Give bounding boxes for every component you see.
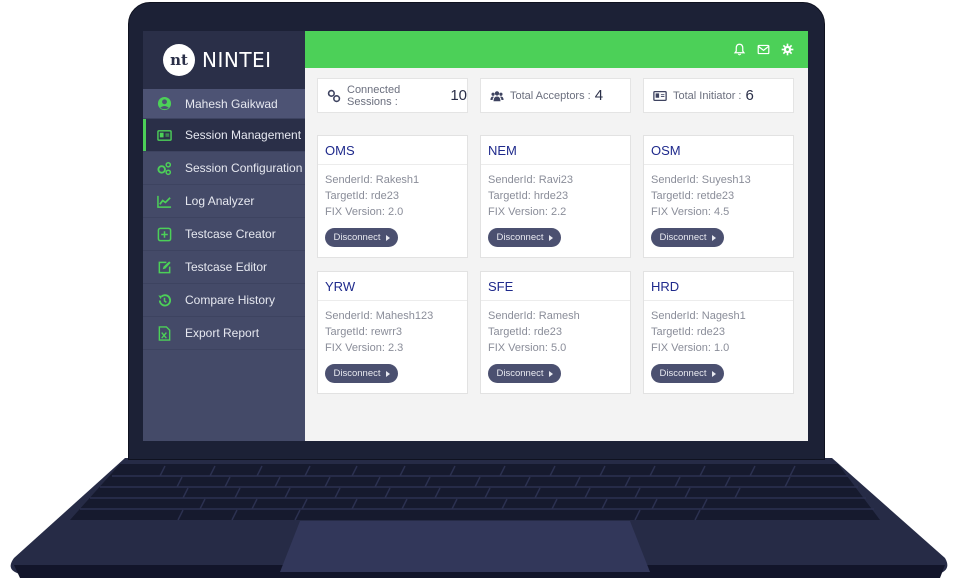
bell-icon[interactable] bbox=[733, 43, 746, 56]
sidebar-item-label: Log Analyzer bbox=[185, 194, 255, 208]
users-icon bbox=[490, 89, 504, 103]
fix-version: FIX Version: 5.0 bbox=[488, 342, 567, 354]
sidebar-item-export-report[interactable]: Export Report bbox=[143, 317, 305, 350]
sender-id: SenderId: Suyesh13 bbox=[651, 174, 751, 186]
session-card: SFE SenderId: Ramesh TargetId: rde23 FIX… bbox=[480, 271, 631, 394]
target-id: TargetId: rde23 bbox=[488, 326, 562, 338]
sidebar-item-label: Session Configuration bbox=[185, 161, 303, 175]
sidebar-item-label: Export Report bbox=[185, 326, 260, 340]
fix-version: FIX Version: 4.5 bbox=[651, 206, 730, 218]
sidebar-item-label: Testcase Creator bbox=[185, 227, 276, 241]
stat-label: Connected Sessions : bbox=[347, 83, 401, 108]
session-card: OSM SenderId: Suyesh13 TargetId: retde23… bbox=[643, 135, 794, 258]
disconnect-button[interactable]: Disconnect bbox=[651, 228, 724, 247]
sender-id: SenderId: Mahesh123 bbox=[325, 310, 434, 322]
sidebar: nt NINTEI Mahesh Gaikwad Session Managem… bbox=[143, 31, 305, 441]
main-content: Connected Sessions : 10 Total Acceptors … bbox=[305, 31, 808, 441]
cogs-icon bbox=[157, 161, 172, 176]
disconnect-button[interactable]: Disconnect bbox=[325, 228, 398, 247]
sidebar-item-testcase-creator[interactable]: Testcase Creator bbox=[143, 218, 305, 251]
line-chart-icon bbox=[157, 194, 172, 209]
disconnect-button[interactable]: Disconnect bbox=[488, 228, 561, 247]
sidebar-item-label: Compare History bbox=[185, 293, 276, 307]
sidebar-item-compare-history[interactable]: Compare History bbox=[143, 284, 305, 317]
play-icon bbox=[711, 370, 716, 377]
sender-id: SenderId: Rakesh1 bbox=[325, 174, 420, 186]
sender-id: SenderId: Ramesh bbox=[488, 310, 580, 322]
stat-total-initiator: Total Initiator : 6 bbox=[643, 78, 794, 113]
envelope-icon[interactable] bbox=[757, 43, 770, 56]
disconnect-label: Disconnect bbox=[659, 232, 707, 243]
disconnect-button[interactable]: Disconnect bbox=[325, 364, 398, 383]
play-icon bbox=[711, 234, 716, 241]
session-name: NEM bbox=[481, 136, 630, 165]
target-id: TargetId: rewrr3 bbox=[325, 326, 403, 338]
history-icon bbox=[157, 293, 172, 308]
fix-version: FIX Version: 1.0 bbox=[651, 342, 730, 354]
plus-square-icon bbox=[157, 227, 172, 242]
id-card-icon bbox=[653, 89, 667, 103]
logo-icon: nt bbox=[163, 44, 195, 76]
disconnect-button[interactable]: Disconnect bbox=[651, 364, 724, 383]
session-name: SFE bbox=[481, 272, 630, 301]
session-name: OSM bbox=[644, 136, 793, 165]
session-name: OMS bbox=[318, 136, 467, 165]
target-id: TargetId: hrde23 bbox=[488, 190, 569, 202]
target-id: TargetId: rde23 bbox=[325, 190, 399, 202]
id-card-icon bbox=[157, 128, 172, 143]
sidebar-user-name: Mahesh Gaikwad bbox=[185, 96, 278, 111]
disconnect-label: Disconnect bbox=[496, 368, 544, 379]
disconnect-label: Disconnect bbox=[333, 368, 381, 379]
sender-id: SenderId: Ravi23 bbox=[488, 174, 573, 186]
sidebar-item-testcase-editor[interactable]: Testcase Editor bbox=[143, 251, 305, 284]
fix-version: FIX Version: 2.2 bbox=[488, 206, 567, 218]
stat-label: Total Initiator : bbox=[673, 89, 742, 102]
sidebar-user[interactable]: Mahesh Gaikwad bbox=[143, 89, 305, 119]
session-name: HRD bbox=[644, 272, 793, 301]
sidebar-item-session-management[interactable]: Session Management bbox=[143, 119, 305, 152]
session-card: YRW SenderId: Mahesh123 TargetId: rewrr3… bbox=[317, 271, 468, 394]
disconnect-label: Disconnect bbox=[496, 232, 544, 243]
play-icon bbox=[548, 234, 553, 241]
disconnect-button[interactable]: Disconnect bbox=[488, 364, 561, 383]
sidebar-item-label: Testcase Editor bbox=[185, 260, 268, 274]
sidebar-item-session-configuration[interactable]: Session Configuration bbox=[143, 152, 305, 185]
sidebar-item-label: Session Management bbox=[185, 128, 302, 142]
link-icon bbox=[327, 89, 341, 103]
disconnect-label: Disconnect bbox=[659, 368, 707, 379]
disconnect-label: Disconnect bbox=[333, 232, 381, 243]
app-screen: nt NINTEI Mahesh Gaikwad Session Managem… bbox=[143, 31, 808, 441]
sender-id: SenderId: Nagesh1 bbox=[651, 310, 746, 322]
session-card: OMS SenderId: Rakesh1 TargetId: rde23 FI… bbox=[317, 135, 468, 258]
stat-label: Total Acceptors : bbox=[510, 89, 591, 102]
stat-connected-sessions: Connected Sessions : 10 bbox=[317, 78, 468, 113]
brand[interactable]: nt NINTEI bbox=[143, 31, 305, 89]
stat-value: 10 bbox=[450, 87, 467, 104]
excel-file-icon bbox=[157, 325, 172, 341]
play-icon bbox=[385, 370, 390, 377]
gear-icon[interactable] bbox=[781, 43, 794, 56]
top-bar bbox=[305, 31, 808, 68]
session-card: HRD SenderId: Nagesh1 TargetId: rde23 FI… bbox=[643, 271, 794, 394]
stat-total-acceptors: Total Acceptors : 4 bbox=[480, 78, 631, 113]
target-id: TargetId: rde23 bbox=[651, 326, 725, 338]
edit-icon bbox=[157, 260, 172, 275]
stat-value: 4 bbox=[594, 87, 604, 104]
fix-version: FIX Version: 2.0 bbox=[325, 206, 404, 218]
play-icon bbox=[548, 370, 553, 377]
session-name: YRW bbox=[318, 272, 467, 301]
brand-name: NINTEI bbox=[202, 48, 272, 72]
sidebar-item-log-analyzer[interactable]: Log Analyzer bbox=[143, 185, 305, 218]
fix-version: FIX Version: 2.3 bbox=[325, 342, 404, 354]
play-icon bbox=[385, 234, 390, 241]
user-circle-icon bbox=[157, 96, 172, 111]
session-card: NEM SenderId: Ravi23 TargetId: hrde23 FI… bbox=[480, 135, 631, 258]
target-id: TargetId: retde23 bbox=[651, 190, 735, 202]
stat-value: 6 bbox=[745, 87, 754, 104]
session-cards: OMS SenderId: Rakesh1 TargetId: rde23 FI… bbox=[317, 135, 794, 394]
stats-row: Connected Sessions : 10 Total Acceptors … bbox=[317, 78, 794, 113]
